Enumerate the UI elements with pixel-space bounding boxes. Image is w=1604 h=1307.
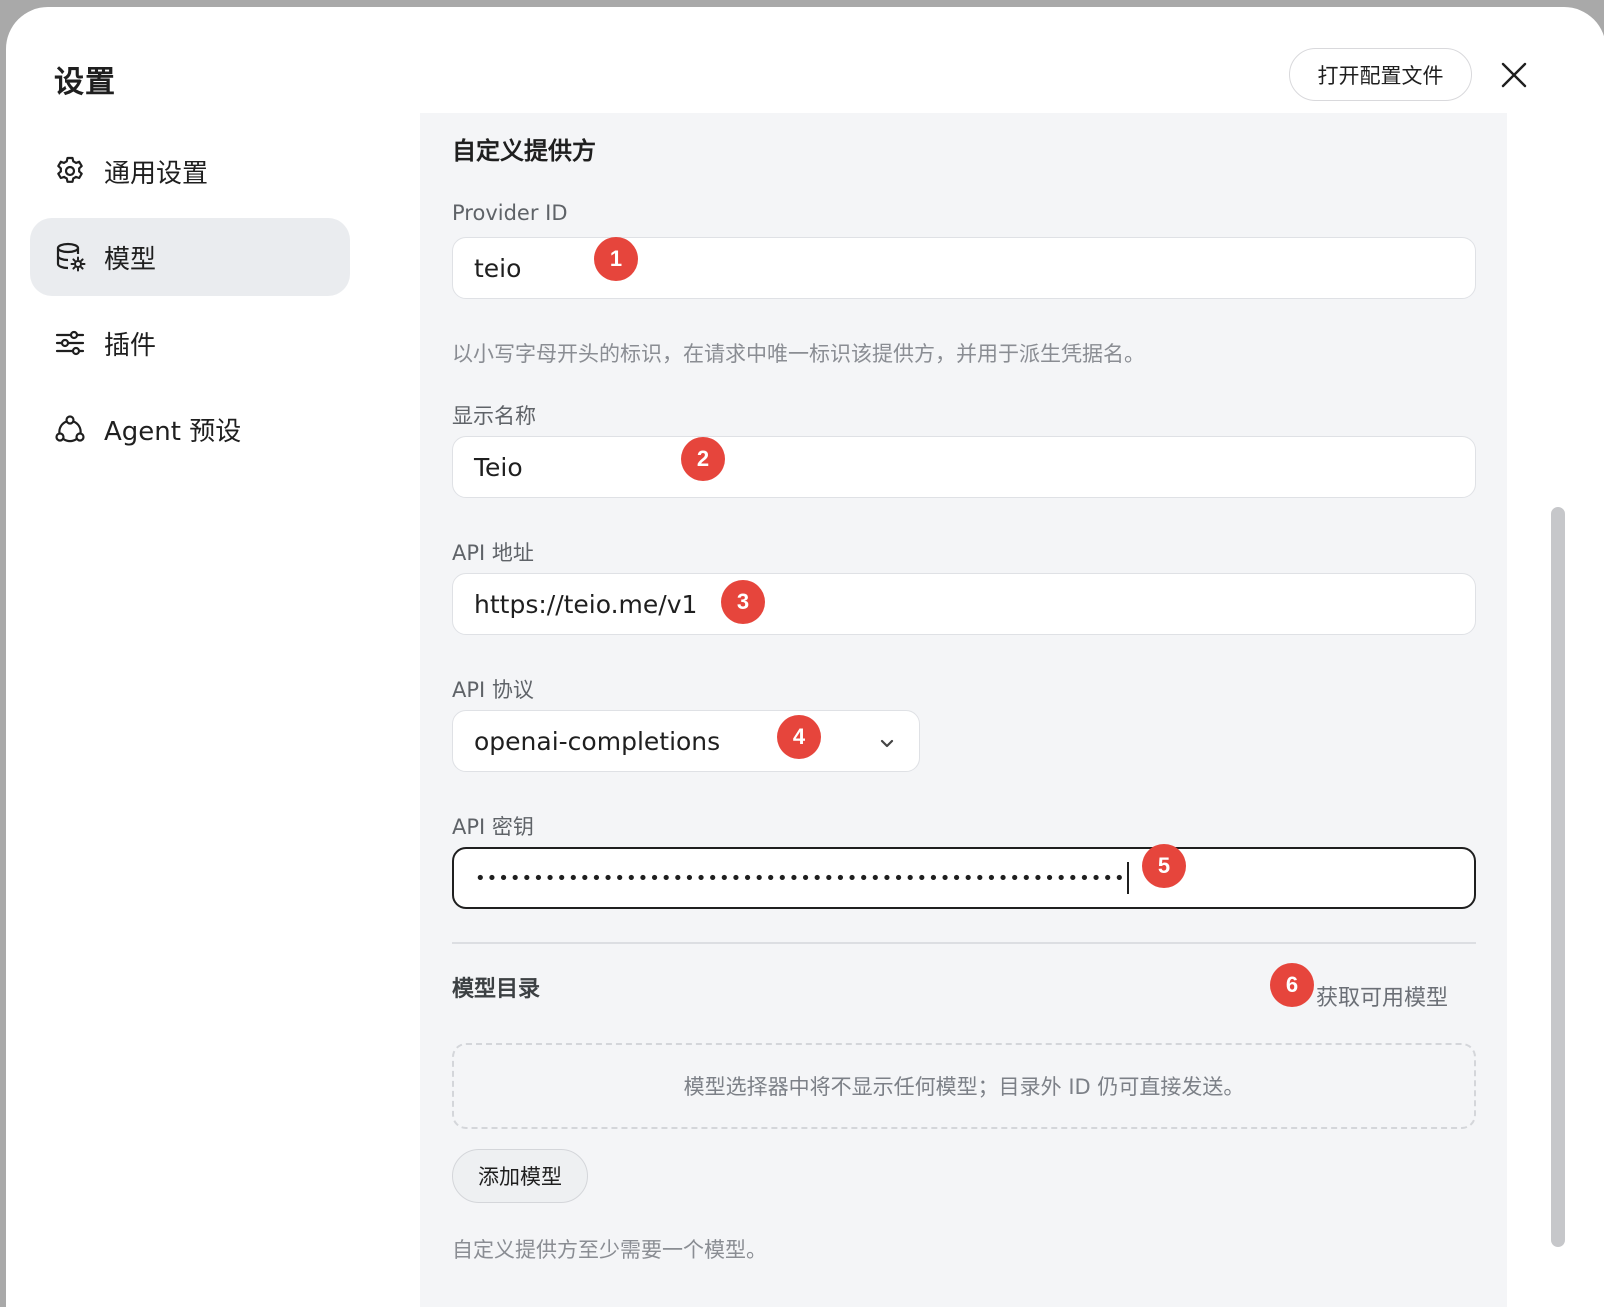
display-name-input[interactable]: Teio: [452, 436, 1476, 498]
section-title: 自定义提供方: [452, 137, 596, 165]
sidebar-item-label: 通用设置: [104, 158, 209, 189]
annotation-badge-6: 6: [1270, 963, 1314, 1007]
scrollbar[interactable]: [1551, 507, 1565, 1247]
sidebar-item-label: 插件: [104, 330, 157, 361]
database-gear-icon: [54, 241, 86, 273]
display-name-label: 显示名称: [452, 404, 536, 428]
api-protocol-value: openai-completions: [474, 726, 721, 756]
api-protocol-select[interactable]: openai-completions: [452, 710, 920, 772]
annotation-badge-4: 4: [777, 715, 821, 759]
provider-id-value: teio: [474, 253, 522, 283]
api-url-input[interactable]: https://teio.me/v1: [452, 573, 1476, 635]
provider-form-panel: 自定义提供方 Provider ID teio 以小写字母开头的标识，在请求中唯…: [420, 113, 1507, 1307]
api-key-masked-value: ••••••••••••••••••••••••••••••••••••••••…: [475, 867, 1126, 889]
display-name-value: Teio: [474, 452, 523, 482]
empty-catalog-text: 模型选择器中将不显示任何模型；目录外 ID 仍可直接发送。: [683, 1075, 1245, 1099]
add-model-button[interactable]: 添加模型: [452, 1149, 588, 1203]
provider-id-hint: 以小写字母开头的标识，在请求中唯一标识该提供方，并用于派生凭据名。: [452, 342, 1145, 366]
gear-icon: [54, 155, 86, 187]
divider: [452, 942, 1476, 944]
settings-window: 设置 打开配置文件 通用设置 模型 插件 Agent 预设 自定义提供方 Pro…: [6, 7, 1604, 1307]
agent-icon: [54, 413, 86, 445]
api-url-value: https://teio.me/v1: [474, 589, 698, 619]
api-url-label: API 地址: [452, 541, 534, 565]
annotation-badge-2: 2: [681, 437, 725, 481]
open-config-button[interactable]: 打开配置文件: [1289, 48, 1472, 101]
model-catalog-heading: 模型目录: [452, 977, 541, 1002]
chevron-down-icon: [879, 727, 895, 756]
sidebar: 通用设置 模型 插件 Agent 预设: [30, 132, 350, 476]
api-key-input[interactable]: ••••••••••••••••••••••••••••••••••••••••…: [452, 847, 1476, 909]
api-protocol-label: API 协议: [452, 678, 534, 702]
text-cursor: [1126, 862, 1129, 894]
sidebar-item-label: Agent 预设: [104, 416, 242, 447]
annotation-badge-3: 3: [721, 580, 765, 624]
api-key-label: API 密钥: [452, 815, 534, 839]
empty-catalog-box: 模型选择器中将不显示任何模型；目录外 ID 仍可直接发送。: [452, 1043, 1476, 1129]
sidebar-item-models[interactable]: 模型: [30, 218, 350, 296]
model-requirement-hint: 自定义提供方至少需要一个模型。: [452, 1238, 767, 1262]
annotation-badge-1: 1: [594, 237, 638, 281]
annotation-badge-5: 5: [1142, 844, 1186, 888]
close-icon[interactable]: [1496, 57, 1532, 93]
sidebar-item-agent-presets[interactable]: Agent 预设: [30, 390, 350, 468]
provider-id-label: Provider ID: [452, 201, 568, 225]
sidebar-item-general[interactable]: 通用设置: [30, 132, 350, 210]
fetch-models-button[interactable]: 获取可用模型: [1316, 980, 1448, 1012]
sidebar-item-label: 模型: [104, 244, 157, 275]
page-title: 设置: [54, 65, 116, 100]
sliders-icon: [54, 327, 86, 359]
sidebar-item-plugins[interactable]: 插件: [30, 304, 350, 382]
